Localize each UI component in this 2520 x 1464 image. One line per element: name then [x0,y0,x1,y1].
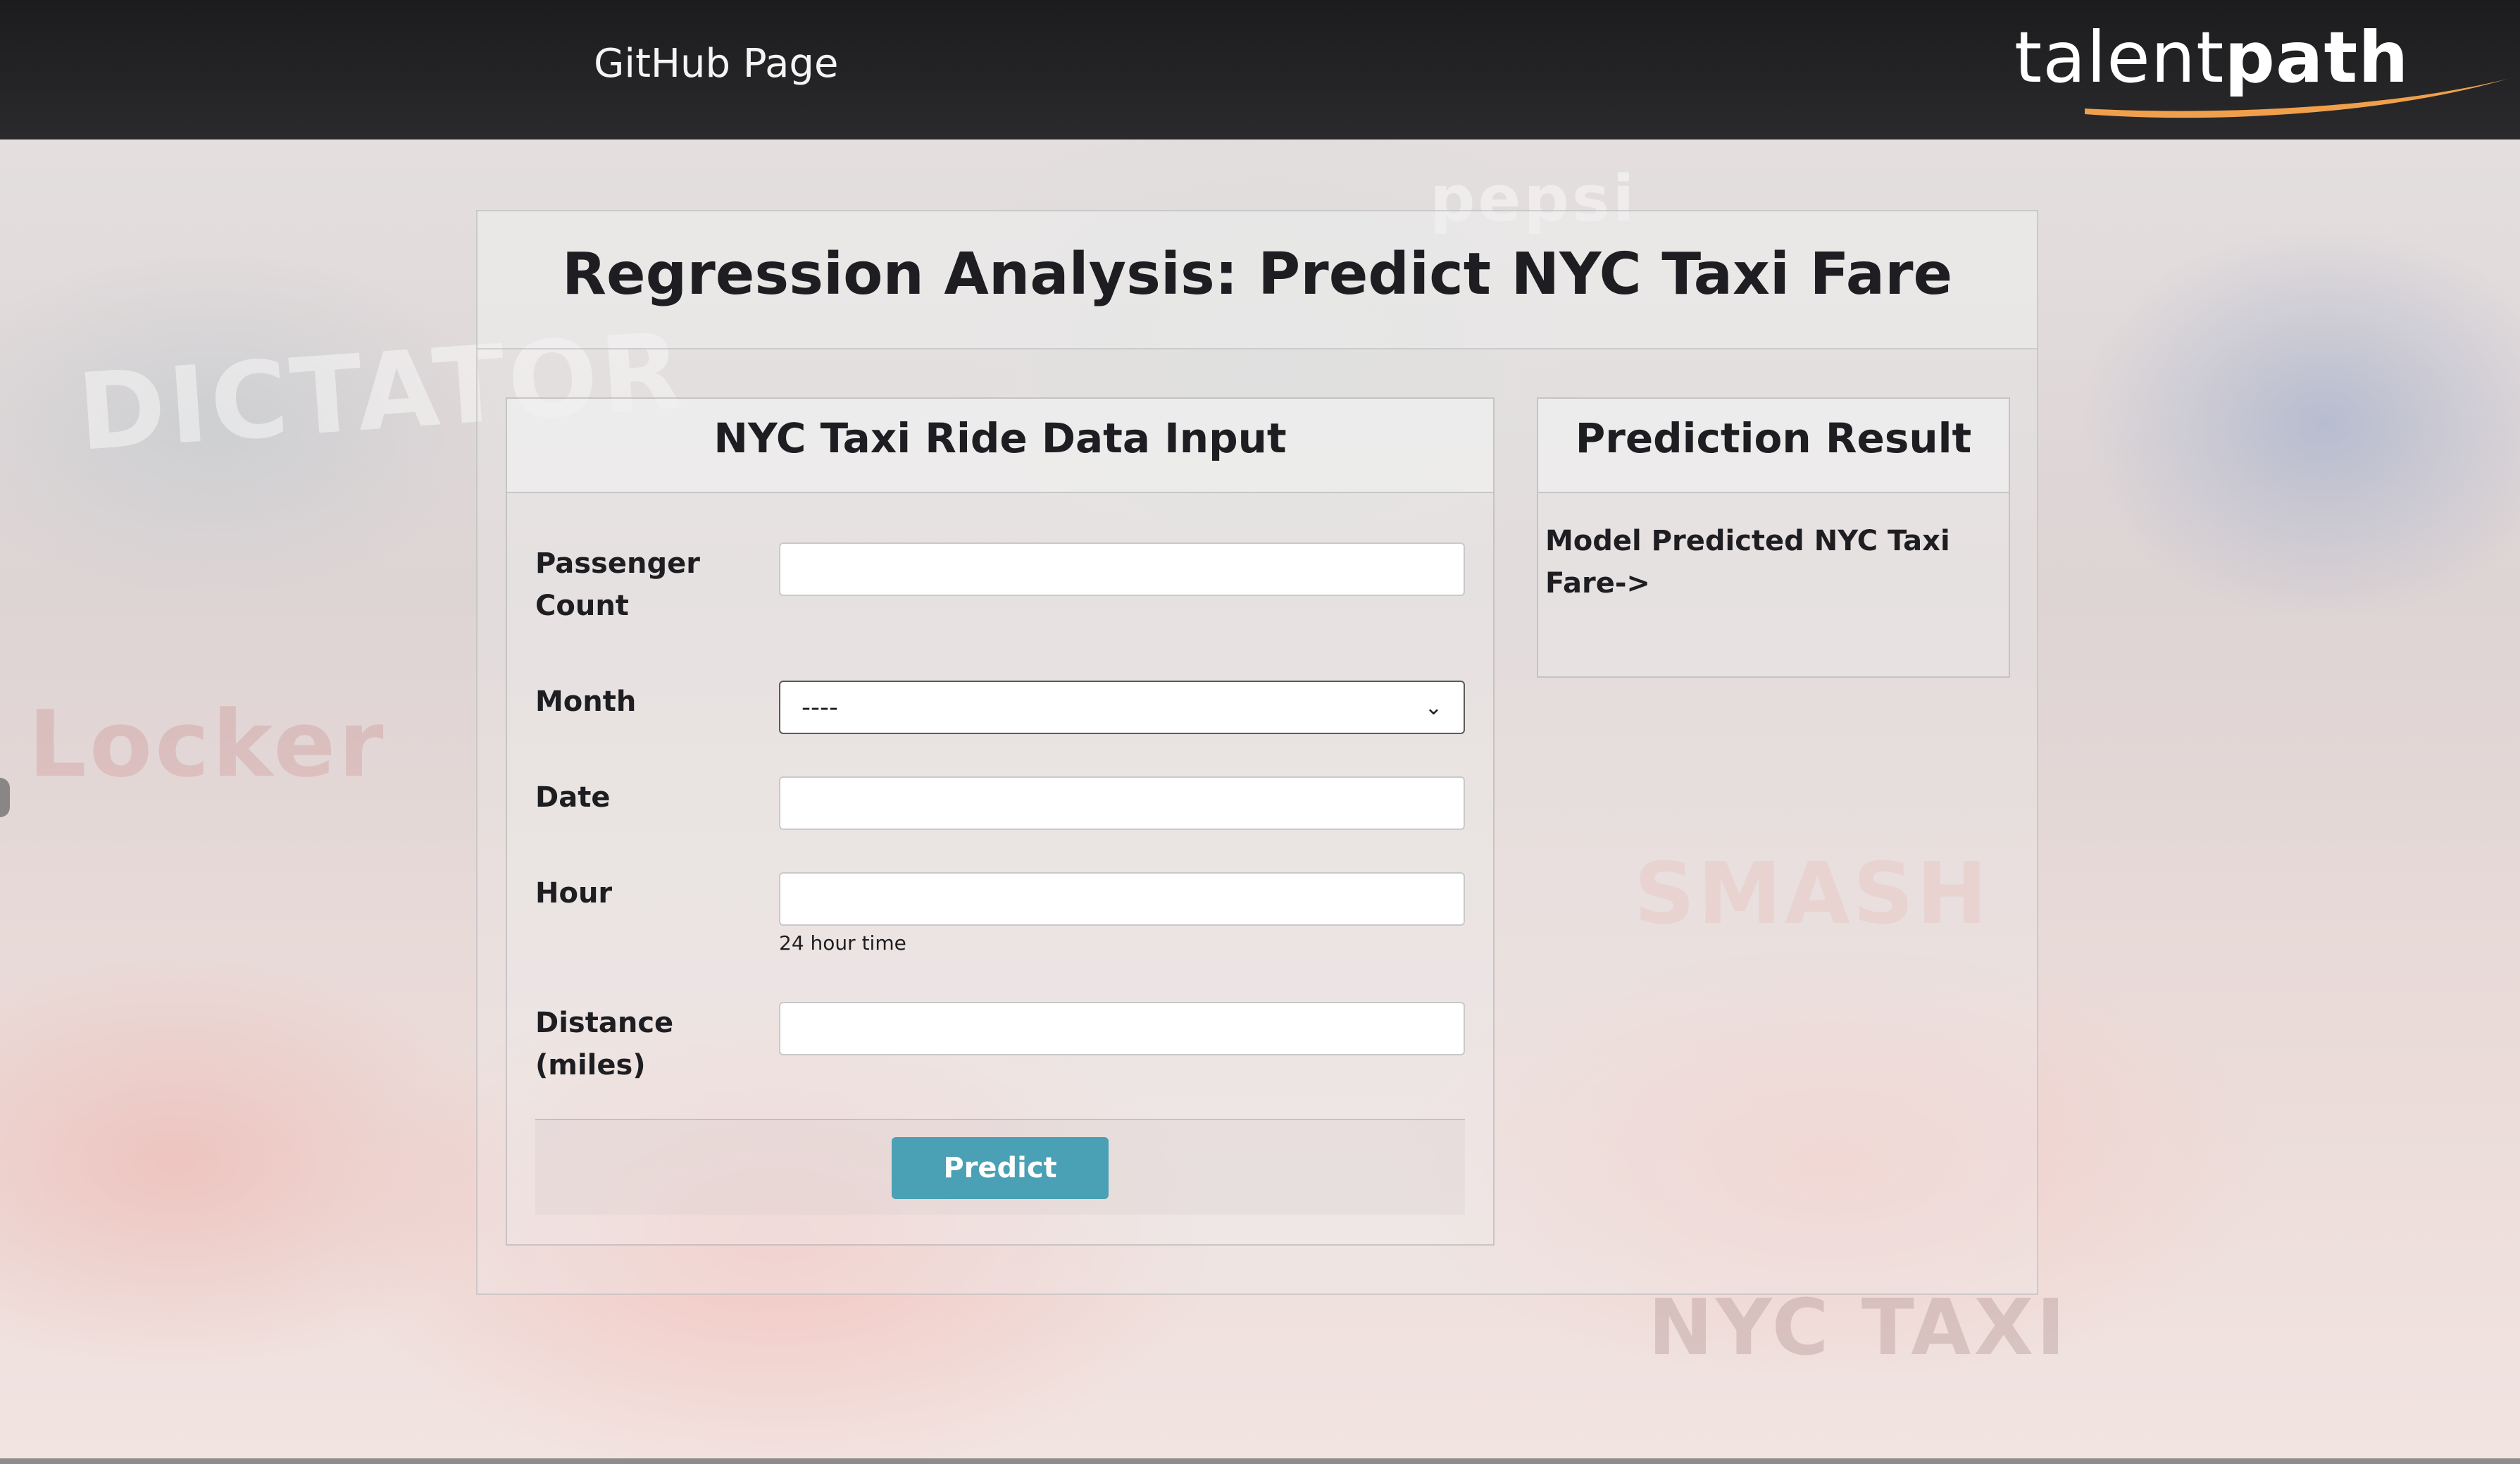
background-sign: Locker [28,690,387,798]
prediction-result-text: Model Predicted NYC Taxi Fare-> [1545,525,1950,600]
main-panel-header: Regression Analysis: Predict NYC Taxi Fa… [478,211,2037,349]
hour-label: Hour [535,877,613,910]
month-select[interactable]: ---- ⌄ [779,681,1465,734]
input-card-title: NYC Taxi Ride Data Input [713,414,1287,462]
hour-input[interactable] [779,872,1465,926]
date-label: Date [535,781,611,814]
input-card-header: NYC Taxi Ride Data Input [507,399,1493,493]
bottom-border [0,1458,2520,1464]
page-edge-handle [0,778,10,817]
distance-label: Distance (miles) [535,1007,674,1081]
logo-swoosh-icon [2085,79,2507,118]
predict-button[interactable]: Predict [892,1137,1109,1199]
top-navbar: GitHub Page talentpath [0,0,2520,139]
passenger-count-label: Passenger Count [535,547,700,622]
result-card-header: Prediction Result [1538,399,2009,493]
month-label: Month [535,686,637,718]
background-sign: NYC TAXI [1648,1282,2069,1372]
distance-input[interactable] [779,1002,1465,1055]
passenger-count-input[interactable] [779,542,1465,596]
chevron-down-icon: ⌄ [1424,695,1442,720]
talentpath-logo[interactable]: talentpath [2014,15,2507,118]
page-title: Regression Analysis: Predict NYC Taxi Fa… [561,241,1953,308]
hour-help-text: 24 hour time [779,931,906,955]
github-page-link[interactable]: GitHub Page [594,41,838,87]
result-card-title: Prediction Result [1575,414,1972,462]
month-select-value: ---- [801,693,838,722]
date-input[interactable] [779,776,1465,830]
